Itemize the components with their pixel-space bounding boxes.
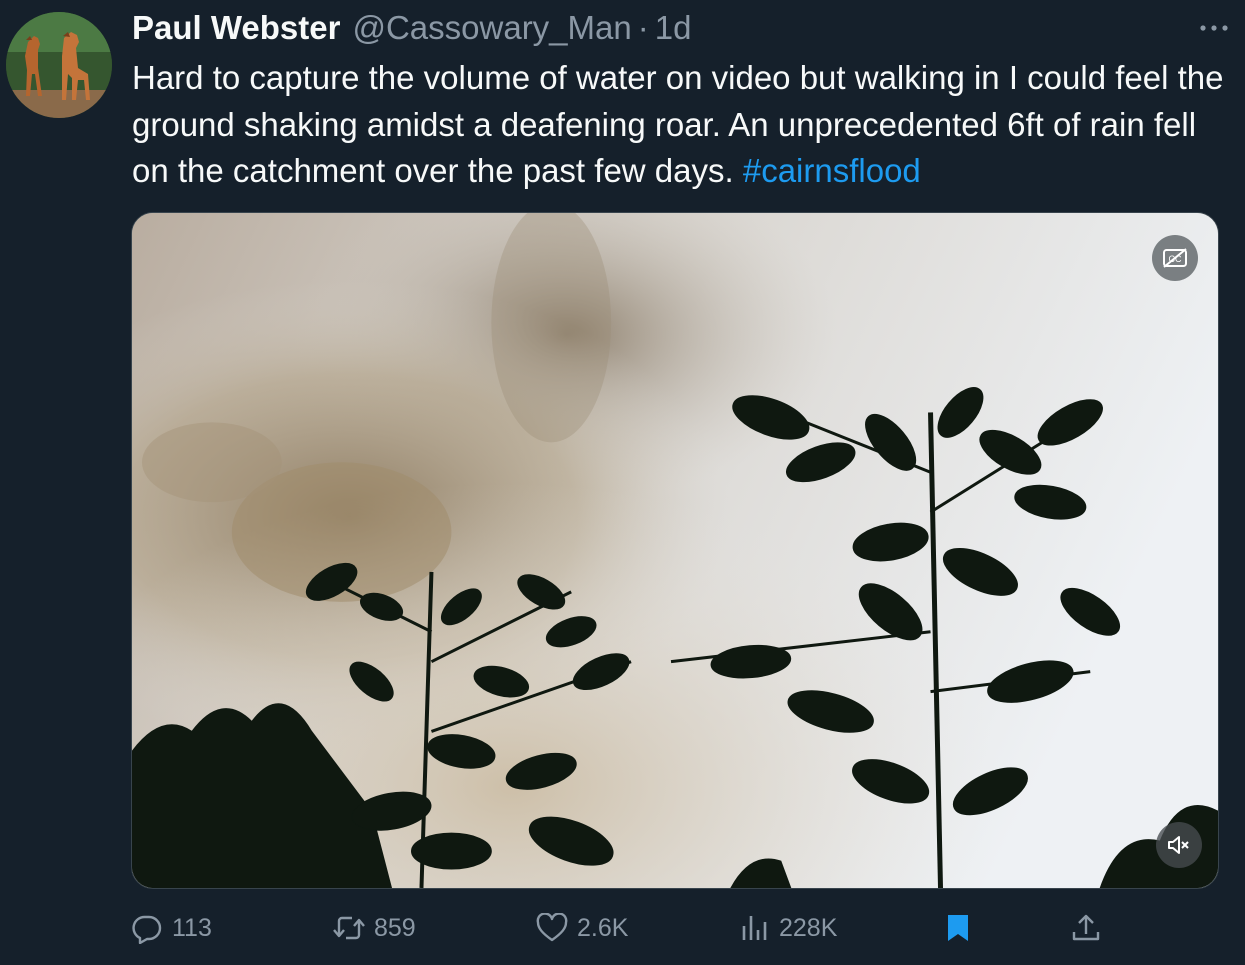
mute-button[interactable] [1156, 822, 1202, 868]
bookmark-button[interactable] [941, 908, 975, 948]
more-options-button[interactable] [1197, 14, 1231, 42]
reply-count: 113 [172, 913, 212, 942]
captions-button[interactable]: CC [1152, 235, 1198, 281]
like-button[interactable]: 2.6K [535, 908, 628, 948]
tweet-actions: 113 859 2.6K 228K [0, 900, 1245, 956]
tweet-body-text: Hard to capture the volume of water on v… [132, 59, 1224, 189]
author-handle[interactable]: @Cassowary_Man [352, 8, 631, 48]
video-frame-image [132, 213, 1218, 888]
like-count: 2.6K [577, 913, 629, 942]
tweet-timestamp[interactable]: 1d [655, 8, 692, 48]
tweet: Paul Webster @Cassowary_Man · 1d Hard to… [0, 0, 1245, 965]
like-icon [535, 911, 569, 945]
share-button[interactable] [1069, 908, 1103, 948]
author-display-name[interactable]: Paul Webster [132, 8, 340, 48]
reply-icon [130, 911, 164, 945]
avatar[interactable] [6, 12, 112, 118]
repost-count: 859 [374, 913, 416, 942]
repost-button[interactable]: 859 [332, 908, 416, 948]
captions-off-icon: CC [1163, 248, 1187, 268]
avatar-dogs-image [6, 12, 112, 118]
reply-button[interactable]: 113 [130, 908, 212, 948]
hashtag-link[interactable]: #cairnsflood [743, 152, 921, 189]
header-separator: · [637, 9, 649, 46]
tweet-text: Hard to capture the volume of water on v… [132, 55, 1227, 195]
tweet-header: Paul Webster @Cassowary_Man · 1d [132, 8, 691, 48]
more-icon [1200, 25, 1228, 31]
tweet-video[interactable]: CC [131, 212, 1219, 889]
share-icon [1069, 911, 1103, 945]
repost-icon [332, 911, 366, 945]
views-icon [737, 911, 771, 945]
bookmark-icon [941, 911, 975, 945]
volume-muted-icon [1168, 836, 1189, 854]
views-button[interactable]: 228K [737, 908, 837, 948]
views-count: 228K [779, 913, 838, 942]
